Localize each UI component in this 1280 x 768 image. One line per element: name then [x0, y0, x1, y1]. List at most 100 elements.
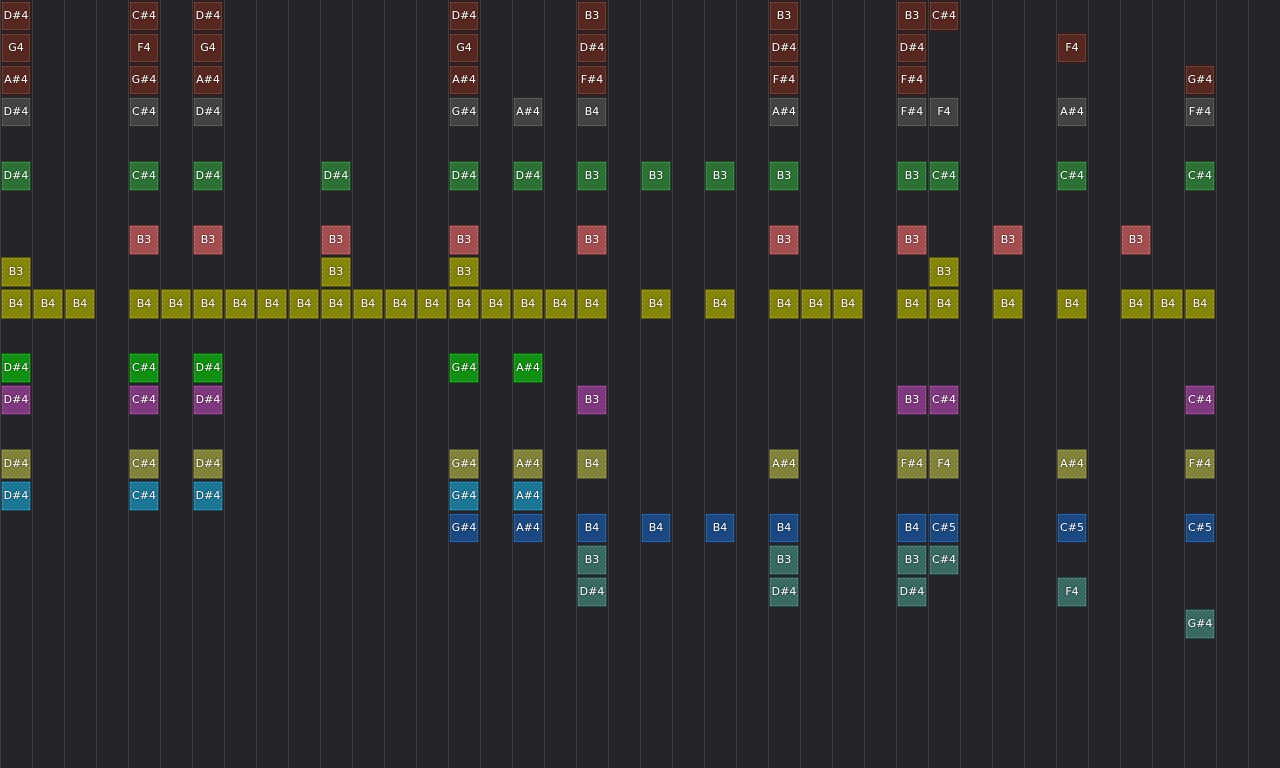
note-cell[interactable]: B3 — [897, 161, 927, 191]
note-cell[interactable]: F4 — [929, 97, 959, 127]
note-cell[interactable]: B3 — [449, 225, 479, 255]
note-cell[interactable]: D#4 — [449, 161, 479, 191]
note-cell[interactable]: D#4 — [193, 1, 223, 31]
note-cell[interactable]: B4 — [577, 449, 607, 479]
note-cell[interactable]: B4 — [833, 289, 863, 319]
note-cell[interactable]: B4 — [577, 513, 607, 543]
note-cell[interactable]: B4 — [225, 289, 255, 319]
note-cell[interactable]: D#4 — [577, 33, 607, 63]
note-cell[interactable]: B4 — [65, 289, 95, 319]
note-cell[interactable]: D#4 — [193, 481, 223, 511]
note-grid[interactable]: D#4 G4 A#4 D#4 D#4 B3 B4 D#4 D#4 D#4 D#4 B4 B4 C#4 F4 G… — [0, 0, 1280, 768]
note-cell[interactable]: F4 — [929, 449, 959, 479]
note-cell[interactable]: C#4 — [129, 97, 159, 127]
note-cell[interactable]: B3 — [129, 225, 159, 255]
note-cell[interactable]: B3 — [577, 545, 607, 575]
note-cell[interactable]: B4 — [993, 289, 1023, 319]
note-cell[interactable]: B3 — [1121, 225, 1151, 255]
note-cell[interactable]: D#4 — [513, 161, 543, 191]
note-cell[interactable]: B3 — [577, 1, 607, 31]
note-cell[interactable]: B4 — [513, 289, 543, 319]
note-cell[interactable]: C#4 — [1185, 161, 1215, 191]
note-cell[interactable]: B4 — [577, 289, 607, 319]
note-cell[interactable]: A#4 — [513, 97, 543, 127]
note-cell[interactable]: D#4 — [769, 577, 799, 607]
note-cell[interactable]: B3 — [193, 225, 223, 255]
note-cell[interactable]: B4 — [1121, 289, 1151, 319]
note-cell[interactable]: A#4 — [513, 449, 543, 479]
note-cell[interactable]: B3 — [577, 161, 607, 191]
note-cell[interactable]: B4 — [321, 289, 351, 319]
note-cell[interactable]: D#4 — [577, 577, 607, 607]
note-cell[interactable]: B3 — [897, 1, 927, 31]
note-cell[interactable]: B4 — [161, 289, 191, 319]
note-cell[interactable]: B4 — [897, 513, 927, 543]
note-cell[interactable]: B4 — [481, 289, 511, 319]
note-cell[interactable]: B3 — [769, 161, 799, 191]
note-cell[interactable]: C#4 — [129, 449, 159, 479]
note-cell[interactable]: D#4 — [1, 161, 31, 191]
note-cell[interactable]: B4 — [705, 513, 735, 543]
note-cell[interactable]: B4 — [929, 289, 959, 319]
note-cell[interactable]: B4 — [769, 513, 799, 543]
note-cell[interactable]: G#4 — [129, 65, 159, 95]
note-cell[interactable]: D#4 — [193, 449, 223, 479]
note-cell[interactable]: B3 — [641, 161, 671, 191]
note-cell[interactable]: B3 — [769, 545, 799, 575]
note-cell[interactable]: B3 — [321, 225, 351, 255]
note-cell[interactable]: B4 — [641, 513, 671, 543]
note-cell[interactable]: B3 — [321, 257, 351, 287]
note-cell[interactable]: A#4 — [1057, 97, 1087, 127]
note-cell[interactable]: D#4 — [1, 97, 31, 127]
note-cell[interactable]: F#4 — [897, 65, 927, 95]
note-cell[interactable]: F#4 — [897, 97, 927, 127]
note-cell[interactable]: F#4 — [897, 449, 927, 479]
note-cell[interactable]: A#4 — [513, 513, 543, 543]
note-cell[interactable]: B4 — [801, 289, 831, 319]
note-cell[interactable]: B3 — [577, 225, 607, 255]
note-cell[interactable]: C#4 — [929, 385, 959, 415]
note-cell[interactable]: B4 — [385, 289, 415, 319]
note-cell[interactable]: B3 — [897, 225, 927, 255]
note-cell[interactable]: A#4 — [769, 97, 799, 127]
note-cell[interactable]: B4 — [289, 289, 319, 319]
note-cell[interactable]: B4 — [1, 289, 31, 319]
note-cell[interactable]: B4 — [417, 289, 447, 319]
note-cell[interactable]: G#4 — [449, 97, 479, 127]
note-cell[interactable]: D#4 — [897, 577, 927, 607]
note-cell[interactable]: B4 — [33, 289, 63, 319]
note-cell[interactable]: B4 — [705, 289, 735, 319]
note-cell[interactable]: G#4 — [449, 353, 479, 383]
note-cell[interactable]: B3 — [769, 225, 799, 255]
note-cell[interactable]: D#4 — [897, 33, 927, 63]
note-cell[interactable]: C#4 — [929, 161, 959, 191]
note-cell[interactable]: C#4 — [129, 353, 159, 383]
note-cell[interactable]: B3 — [449, 257, 479, 287]
note-cell[interactable]: B4 — [641, 289, 671, 319]
note-cell[interactable]: F#4 — [1185, 449, 1215, 479]
note-cell[interactable]: D#4 — [193, 353, 223, 383]
note-cell[interactable]: A#4 — [449, 65, 479, 95]
note-cell[interactable]: A#4 — [513, 481, 543, 511]
note-cell[interactable]: G#4 — [449, 481, 479, 511]
note-cell[interactable]: A#4 — [513, 353, 543, 383]
note-cell[interactable]: D#4 — [449, 1, 479, 31]
note-cell[interactable]: F4 — [1057, 577, 1087, 607]
note-cell[interactable]: A#4 — [1057, 449, 1087, 479]
note-cell[interactable]: D#4 — [1, 481, 31, 511]
note-cell[interactable]: C#4 — [129, 161, 159, 191]
note-cell[interactable]: G#4 — [449, 513, 479, 543]
note-cell[interactable]: B4 — [449, 289, 479, 319]
note-cell[interactable]: D#4 — [321, 161, 351, 191]
note-cell[interactable]: C#4 — [129, 385, 159, 415]
note-cell[interactable]: B4 — [1057, 289, 1087, 319]
note-cell[interactable]: B4 — [577, 97, 607, 127]
note-cell[interactable]: B3 — [897, 545, 927, 575]
note-cell[interactable]: G#4 — [449, 449, 479, 479]
note-cell[interactable]: B3 — [929, 257, 959, 287]
note-cell[interactable]: B3 — [1, 257, 31, 287]
note-cell[interactable]: B3 — [897, 385, 927, 415]
note-cell[interactable]: C#5 — [1185, 513, 1215, 543]
note-cell[interactable]: B3 — [769, 1, 799, 31]
note-cell[interactable]: B4 — [353, 289, 383, 319]
